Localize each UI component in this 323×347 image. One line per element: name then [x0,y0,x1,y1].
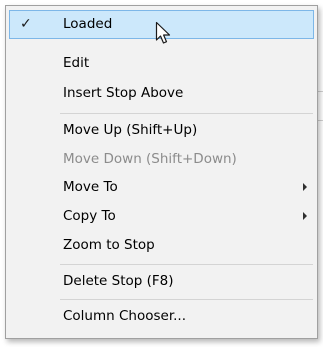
menu-item-delete-stop[interactable]: Delete Stop (F8) [6,267,317,296]
menu-item-move-to[interactable]: Move To [6,173,317,202]
menu-item-move-up[interactable]: Move Up (Shift+Up) [6,116,317,145]
menu-item-label: Move Up (Shift+Up) [63,122,198,138]
menu-item-move-down: Move Down (Shift+Down) [6,145,317,174]
submenu-arrow-icon [303,183,307,191]
menu-item-label: Column Chooser... [63,308,187,324]
menu-item-label: Move Down (Shift+Down) [63,151,237,167]
submenu-arrow-icon [303,212,307,220]
menu-item-label: Loaded [63,16,113,32]
menu-item-edit[interactable]: Edit [6,49,317,78]
checkmark-icon: ✓ [20,16,32,32]
menu-item-label: Move To [63,179,118,195]
menu-item-label: Copy To [63,208,116,224]
menu-item-zoom-to-stop[interactable]: Zoom to Stop [6,231,317,260]
menu-item-label: Delete Stop (F8) [63,273,174,289]
mouse-pointer-icon [155,21,171,44]
menu-item-insert-stop-above[interactable]: Insert Stop Above [6,79,317,108]
menu-separator [60,264,313,265]
menu-separator [60,113,313,114]
menu-separator [60,299,313,300]
menu-item-label: Insert Stop Above [63,85,184,101]
menu-item-label: Zoom to Stop [63,237,155,253]
menu-item-column-chooser[interactable]: Column Chooser... [6,302,317,331]
menu-item-label: Edit [63,55,90,71]
menu-item-copy-to[interactable]: Copy To [6,202,317,231]
context-menu: ✓ Loaded Edit Insert Stop Above Move Up … [5,5,318,339]
